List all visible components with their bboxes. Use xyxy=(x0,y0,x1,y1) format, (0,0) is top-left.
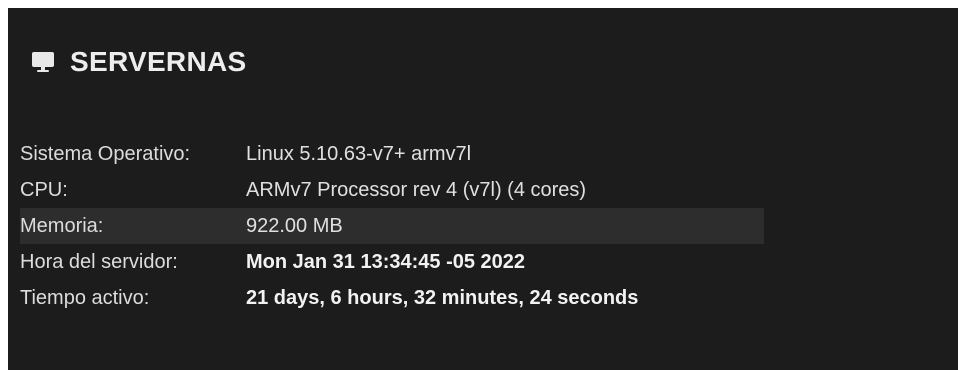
cpu-label: CPU: xyxy=(20,178,68,201)
uptime-row: Tiempo activo: 21 days, 6 hours, 32 minu… xyxy=(20,280,764,316)
os-row: Sistema Operativo: Linux 5.10.63-v7+ arm… xyxy=(20,136,764,172)
os-label: Sistema Operativo: xyxy=(20,142,191,165)
os-value: Linux 5.10.63-v7+ armv7l xyxy=(246,142,472,165)
server-info-panel: SERVERNAS Sistema Operativo: Linux 5.10.… xyxy=(8,8,958,370)
memory-value: 922.00 MB xyxy=(246,214,343,237)
monitor-icon xyxy=(32,52,54,72)
memory-label: Memoria: xyxy=(20,214,104,237)
panel-header: SERVERNAS xyxy=(30,46,246,78)
memory-row: Memoria: 922.00 MB xyxy=(20,208,764,244)
uptime-value: 21 days, 6 hours, 32 minutes, 24 seconds xyxy=(246,286,639,309)
server-time-label: Hora del servidor: xyxy=(20,250,178,273)
server-time-row: Hora del servidor: Mon Jan 31 13:34:45 -… xyxy=(20,244,764,280)
server-info-table: Sistema Operativo: Linux 5.10.63-v7+ arm… xyxy=(20,136,764,316)
cpu-row: CPU: ARMv7 Processor rev 4 (v7l) (4 core… xyxy=(20,172,764,208)
uptime-label: Tiempo activo: xyxy=(20,286,150,309)
server-name-title: SERVERNAS xyxy=(70,46,247,77)
server-time-value: Mon Jan 31 13:34:45 -05 2022 xyxy=(246,250,526,273)
cpu-value: ARMv7 Processor rev 4 (v7l) (4 cores) xyxy=(246,178,587,201)
